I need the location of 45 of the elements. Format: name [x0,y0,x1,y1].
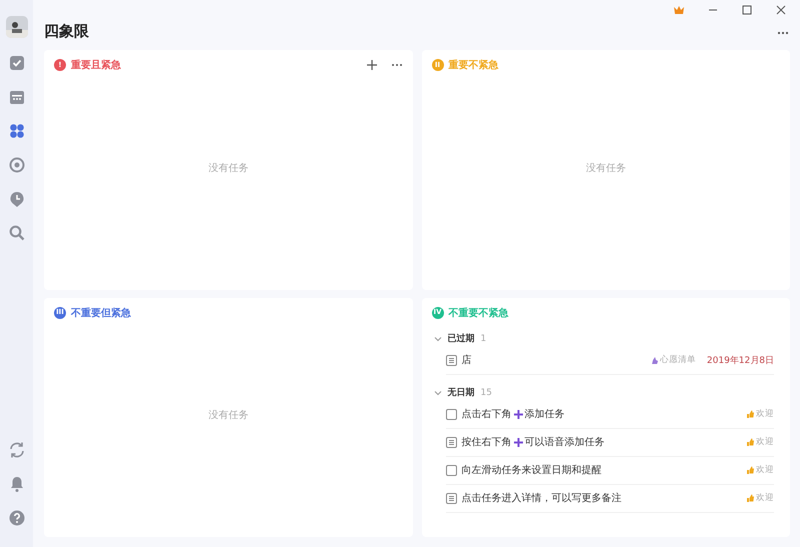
task-title[interactable]: 点击任务进入详情，可以写更多备注 [462,491,622,505]
task-tag: 欢迎 [756,408,774,420]
task-title[interactable]: 可以语音添加任务 [524,435,604,449]
add-icon[interactable] [366,59,378,71]
task-title[interactable]: 点击右下角 [462,407,512,421]
task-title[interactable]: 店 [462,353,472,367]
plus-icon [512,436,524,448]
task-title[interactable]: 按住右下角 [462,435,512,449]
task-checkbox[interactable] [446,408,456,420]
group-name: 已过期 [448,332,474,345]
maximize-icon[interactable] [740,3,754,17]
search-icon[interactable] [6,223,26,243]
quadrant-title: 重要不紧急 [448,58,500,72]
quadrant-title: 不重要不紧急 [448,306,510,320]
empty-message: 没有任务 [208,162,248,175]
avatar[interactable] [6,16,28,38]
thumbs-up-icon [746,438,755,446]
empty-message: 没有任务 [208,409,248,422]
quadrant-title: 不重要但紧急 [71,306,132,320]
group-name: 无日期 [448,386,474,399]
close-icon[interactable] [774,3,788,17]
task-checkbox[interactable] [446,464,456,476]
task-tag: 欢迎 [756,464,774,476]
list-name: 心愿清单 [660,354,696,366]
plus-icon [512,408,524,420]
note-icon[interactable] [446,492,456,504]
caret-icon[interactable] [434,388,442,396]
quadrant-title: 重要且紧急 [71,58,122,72]
task-tag: 欢迎 [756,492,774,504]
caret-icon[interactable] [434,334,442,342]
task-tag: 欢迎 [756,436,774,448]
due-date: 2019年12月8日 [706,354,774,366]
note-icon[interactable] [446,436,456,448]
thumbs-up-icon [746,410,755,418]
thumbs-up-icon [746,466,755,474]
empty-message: 没有任务 [586,162,626,175]
note-icon[interactable] [446,354,456,366]
group-count: 15 [480,388,492,398]
thumbs-up-icon [746,494,755,502]
task-title[interactable]: 向左滑动任务来设置日期和提醒 [462,463,602,477]
target-icon[interactable] [6,155,26,175]
page-title: 四象限 [44,22,89,40]
group-count: 1 [480,334,486,344]
help-icon[interactable] [6,508,26,528]
task-title[interactable]: 添加任务 [524,407,564,421]
